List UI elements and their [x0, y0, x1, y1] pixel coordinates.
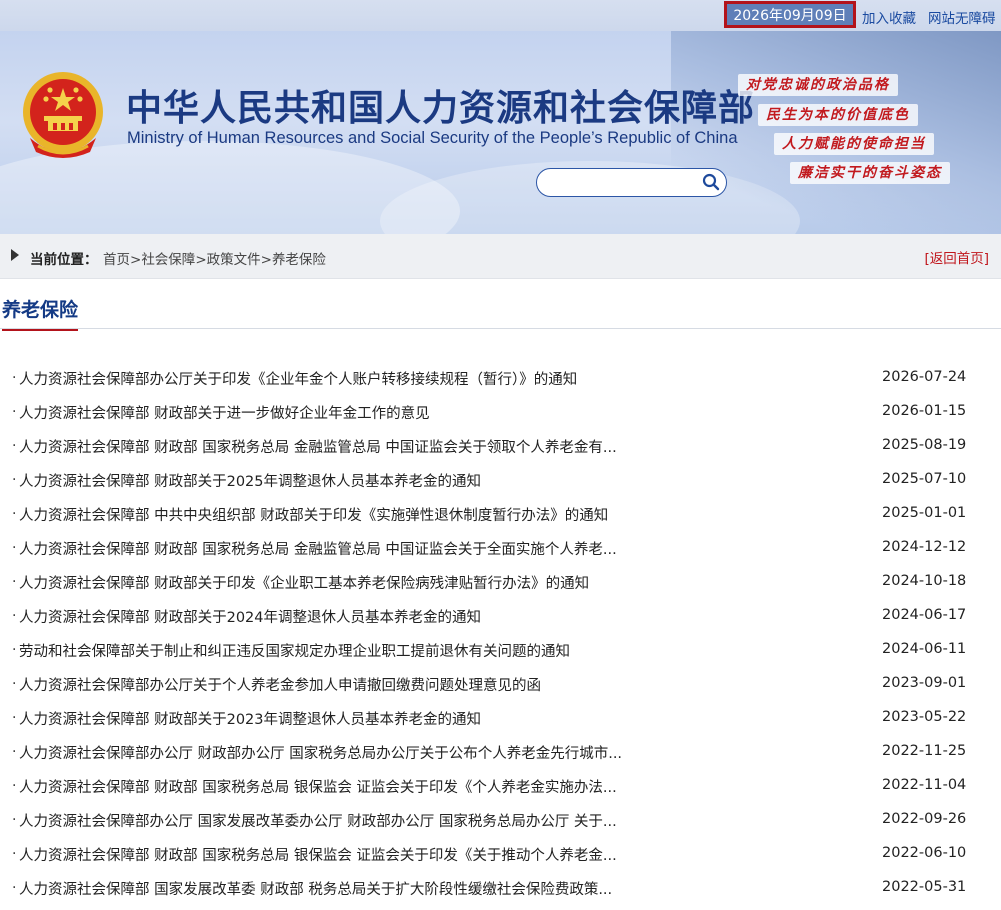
article-date: 2022-09-26	[882, 811, 967, 827]
article-title-link[interactable]: 人力资源社会保障部 财政部 国家税务总局 金融监管总局 中国证监会关于全面实施个…	[19, 538, 617, 559]
article-title-link[interactable]: 人力资源社会保障部 财政部关于2024年调整退休人员基本养老金的通知	[19, 606, 481, 627]
breadcrumb-pension-insurance[interactable]: 养老保险	[272, 252, 326, 268]
article-date: 2022-11-04	[882, 777, 967, 793]
list-item: · 人力资源社会保障部 财政部 国家税务总局 银保监会 证监会关于印发《关于推动个…	[0, 842, 1001, 876]
bullet-dot-icon: ·	[12, 472, 17, 488]
article-date: 2024-10-18	[882, 573, 967, 589]
back-home-link[interactable]: [返回首页]	[924, 247, 989, 267]
slogan-2: 民生为本的价值底色	[758, 104, 918, 126]
article-title-link[interactable]: 人力资源社会保障部办公厅关于个人养老金参加人申请撤回缴费问题处理意见的函	[19, 674, 541, 695]
article-date: 2024-06-17	[882, 607, 967, 623]
article-date: 2026-07-24	[882, 369, 967, 385]
bullet-dot-icon: ·	[12, 710, 17, 726]
article-title-link[interactable]: 人力资源社会保障部 财政部关于2023年调整退休人员基本养老金的通知	[19, 708, 481, 729]
list-item: · 人力资源社会保障部 财政部关于2025年调整退休人员基本养老金的通知 2025-…	[0, 468, 1001, 502]
bullet-dot-icon: ·	[12, 676, 17, 692]
bullet-dot-icon: ·	[12, 846, 17, 862]
article-title-link[interactable]: 人力资源社会保障部 财政部关于进一步做好企业年金工作的意见	[19, 402, 430, 423]
slogan-4: 廉洁实干的奋斗姿态	[790, 162, 950, 184]
article-title-link[interactable]: 人力资源社会保障部办公厅 财政部办公厅 国家税务总局办公厅关于公布个人养老金先行…	[19, 742, 622, 763]
list-item: · 人力资源社会保障部 财政部 国家税务总局 金融监管总局 中国证监会关于领取个人…	[0, 434, 1001, 468]
breadcrumb-separator: >	[260, 252, 272, 268]
bullet-dot-icon: ·	[12, 812, 17, 828]
breadcrumb-separator: >	[195, 252, 207, 268]
bullet-dot-icon: ·	[12, 880, 17, 896]
section-title: 养老保险	[2, 295, 79, 331]
search-input[interactable]	[549, 173, 703, 193]
list-item: · 人力资源社会保障部 国家发展改革委 财政部 税务总局关于扩大阶段性缓缴社会保险…	[0, 876, 1001, 910]
breadcrumb-social-security[interactable]: 社会保障	[141, 252, 195, 268]
accessibility-link[interactable]: 网站无障碍	[928, 7, 996, 27]
article-title-link[interactable]: 人力资源社会保障部办公厅关于印发《企业年金个人账户转移接续规程（暂行）》的通知	[19, 368, 577, 389]
list-item: · 人力资源社会保障部 财政部关于印发《企业职工基本养老保险病残津贴暂行办法》的通…	[0, 570, 1001, 604]
article-date: 2025-08-19	[882, 437, 967, 453]
article-date: 2025-01-01	[882, 505, 967, 521]
breadcrumb-separator: >	[130, 252, 142, 268]
article-date: 2024-12-12	[882, 539, 967, 555]
bullet-dot-icon: ·	[12, 608, 17, 624]
list-item: · 人力资源社会保障部办公厅关于个人养老金参加人申请撤回缴费问题处理意见的函 202…	[0, 672, 1001, 706]
article-title-link[interactable]: 人力资源社会保障部 国家发展改革委 财政部 税务总局关于扩大阶段性缓缴社会保险费…	[19, 878, 612, 899]
list-item: · 人力资源社会保障部 财政部 国家税务总局 金融监管总局 中国证监会关于全面实施…	[0, 536, 1001, 570]
list-item: · 人力资源社会保障部 中共中央组织部 财政部关于印发《实施弹性退休制度暂行办法》…	[0, 502, 1001, 536]
list-item: · 人力资源社会保障部办公厅关于印发《企业年金个人账户转移接续规程（暂行）》的通知…	[0, 366, 1001, 400]
slogan-1: 对党忠诚的政治品格	[738, 74, 898, 96]
add-favorite-link[interactable]: 加入收藏	[862, 7, 916, 27]
list-item: · 人力资源社会保障部 财政部关于进一步做好企业年金工作的意见 2026-01-15	[0, 400, 1001, 434]
article-title-link[interactable]: 人力资源社会保障部 财政部 国家税务总局 银保监会 证监会关于印发《个人养老金实…	[19, 776, 617, 797]
article-date: 2024-06-11	[882, 641, 967, 657]
article-date: 2023-05-22	[882, 709, 967, 725]
article-title-link[interactable]: 人力资源社会保障部 财政部 国家税务总局 金融监管总局 中国证监会关于领取个人养…	[19, 436, 617, 457]
article-title-link[interactable]: 劳动和社会保障部关于制止和纠正违反国家规定办理企业职工提前退休有关问题的通知	[19, 640, 570, 661]
site-header-banner: 中华人民共和国人力资源和社会保障部 Ministry of Human Reso…	[0, 31, 1001, 234]
bullet-dot-icon: ·	[12, 404, 17, 420]
breadcrumb-policy-documents[interactable]: 政策文件	[207, 252, 261, 268]
bullet-dot-icon: ·	[12, 778, 17, 794]
bullet-dot-icon: ·	[12, 506, 17, 522]
site-title-chinese: 中华人民共和国人力资源和社会保障部	[126, 88, 756, 129]
article-date: 2022-06-10	[882, 845, 967, 861]
bullet-dot-icon: ·	[12, 574, 17, 590]
bullet-dot-icon: ·	[12, 438, 17, 454]
current-date: 2026年09月09日	[724, 1, 856, 28]
breadcrumb-home[interactable]: 首页	[103, 252, 130, 268]
search-box	[536, 168, 727, 197]
breadcrumb-bar: 当前位置： 首页>社会保障>政策文件>养老保险 [返回首页]	[0, 234, 1001, 279]
list-item: · 人力资源社会保障部 财政部关于2024年调整退休人员基本养老金的通知 2024-…	[0, 604, 1001, 638]
list-item: · 人力资源社会保障部办公厅 国家发展改革委办公厅 财政部办公厅 国家税务总局办公…	[0, 808, 1001, 842]
play-arrow-icon	[11, 249, 19, 261]
breadcrumb: 首页>社会保障>政策文件>养老保险	[103, 248, 326, 268]
national-emblem-icon	[23, 72, 103, 158]
bullet-dot-icon: ·	[12, 370, 17, 386]
article-date: 2025-07-10	[882, 471, 967, 487]
top-utility-bar: 2026年09月09日 加入收藏 网站无障碍	[0, 0, 1001, 31]
list-item: · 劳动和社会保障部关于制止和纠正违反国家规定办理企业职工提前退休有关问题的通知 2…	[0, 638, 1001, 672]
bullet-dot-icon: ·	[12, 540, 17, 556]
article-title-link[interactable]: 人力资源社会保障部办公厅 国家发展改革委办公厅 财政部办公厅 国家税务总局办公厅…	[19, 810, 617, 831]
search-icon[interactable]	[702, 173, 720, 191]
bullet-dot-icon: ·	[12, 744, 17, 760]
article-title-link[interactable]: 人力资源社会保障部 财政部关于2025年调整退休人员基本养老金的通知	[19, 470, 481, 491]
article-title-link[interactable]: 人力资源社会保障部 财政部关于印发《企业职工基本养老保险病残津贴暂行办法》的通知	[19, 572, 589, 593]
article-date: 2022-05-31	[882, 879, 967, 895]
slogan-3: 人力赋能的使命担当	[774, 133, 934, 155]
breadcrumb-label: 当前位置：	[30, 252, 98, 268]
article-date: 2026-01-15	[882, 403, 967, 419]
article-date: 2022-11-25	[882, 743, 967, 759]
article-list: · 人力资源社会保障部办公厅关于印发《企业年金个人账户转移接续规程（暂行）》的通知…	[0, 366, 1001, 910]
article-date: 2023-09-01	[882, 675, 967, 691]
list-item: · 人力资源社会保障部办公厅 财政部办公厅 国家税务总局办公厅关于公布个人养老金先…	[0, 740, 1001, 774]
section-divider	[0, 328, 1001, 329]
list-item: · 人力资源社会保障部 财政部 国家税务总局 银保监会 证监会关于印发《个人养老金…	[0, 774, 1001, 808]
bullet-dot-icon: ·	[12, 642, 17, 658]
article-title-link[interactable]: 人力资源社会保障部 财政部 国家税务总局 银保监会 证监会关于印发《关于推动个人…	[19, 844, 617, 865]
list-item: · 人力资源社会保障部 财政部关于2023年调整退休人员基本养老金的通知 2023-…	[0, 706, 1001, 740]
article-title-link[interactable]: 人力资源社会保障部 中共中央组织部 财政部关于印发《实施弹性退休制度暂行办法》的…	[19, 504, 608, 525]
site-title-english: Ministry of Human Resources and Social S…	[127, 129, 738, 147]
